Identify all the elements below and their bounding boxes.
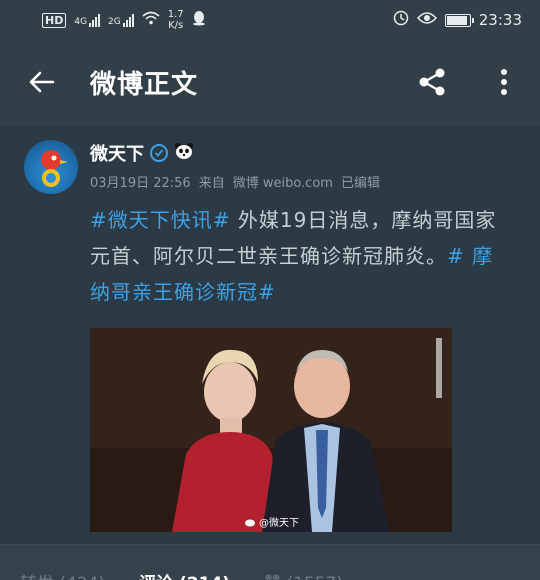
- bird-logo-icon: [41, 150, 68, 187]
- username-row: 微天下: [90, 140, 194, 166]
- back-button[interactable]: [28, 68, 56, 96]
- speed-unit: K/s: [168, 20, 184, 31]
- watermark-text: @微天下: [259, 518, 299, 529]
- page-title: 微博正文: [90, 70, 199, 100]
- post-meta: 03月19日 22:56 来自 微博 weibo.com 已编辑: [90, 172, 380, 191]
- post-tab-bar: 转发 (424) 评论 (214) 赞 (1557): [0, 544, 540, 580]
- hd-indicator: HD: [42, 12, 67, 28]
- status-right: 23:33: [393, 10, 522, 30]
- username[interactable]: 微天下: [90, 140, 144, 166]
- post-date: 03月19日 22:56: [90, 176, 191, 191]
- panda-badge-icon: [174, 142, 194, 165]
- label-4g: 4G: [74, 17, 88, 27]
- more-vertical-icon: [501, 69, 507, 95]
- edited-label[interactable]: 已编辑: [341, 172, 380, 191]
- weibo-logo-icon: [245, 519, 255, 526]
- share-button[interactable]: [416, 66, 448, 98]
- signal-2g-icon: 2G: [108, 13, 134, 27]
- qq-icon: [192, 10, 206, 30]
- label-2g: 2G: [108, 17, 121, 27]
- post-text: #微天下快讯# 外媒19日消息，摩纳哥国家元首、阿尔贝二世亲王确诊新冠肺炎。# …: [90, 202, 510, 310]
- post-image[interactable]: @微天下: [90, 328, 452, 532]
- source-prefix: 来自: [198, 176, 225, 191]
- wifi-icon: [142, 11, 160, 29]
- hashtag-link[interactable]: #微天下快讯#: [90, 208, 231, 232]
- speed-value: 1.7: [167, 9, 184, 20]
- status-time: 23:33: [478, 11, 522, 29]
- tab-reposts[interactable]: 转发 (424): [20, 569, 105, 580]
- eye-comfort-icon: [416, 11, 437, 29]
- weibo-post: 微天下 03月19日 22:56 来自 微博 weibo.com 已编辑 #微天…: [0, 126, 540, 544]
- post-source: 微博 weibo.com: [232, 176, 333, 191]
- avatar[interactable]: [24, 140, 78, 194]
- more-options-button[interactable]: [494, 66, 514, 98]
- photo-illustration: [90, 328, 452, 532]
- tab-comments[interactable]: 评论 (214): [139, 569, 230, 580]
- status-left: HD 4G 2G 1.7 K/s: [42, 9, 206, 31]
- tab-likes[interactable]: 赞 (1557): [264, 569, 343, 580]
- battery-icon: [444, 13, 474, 27]
- status-bar: HD 4G 2G 1.7 K/s 23:33: [0, 0, 540, 40]
- share-icon: [419, 68, 445, 96]
- alarm-icon: [393, 10, 409, 30]
- app-bar: 微博正文: [0, 40, 540, 126]
- image-watermark: @微天下: [244, 514, 299, 529]
- signal-4g-icon: 4G: [74, 13, 101, 27]
- verified-icon: [150, 144, 168, 162]
- network-speed: 1.7 K/s: [168, 9, 184, 31]
- arrow-left-icon: [29, 71, 55, 93]
